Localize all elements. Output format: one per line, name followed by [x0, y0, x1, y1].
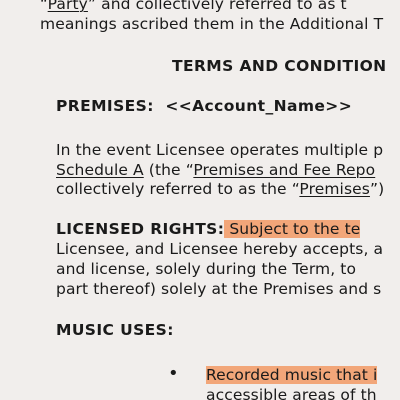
premises-line-2-mid: (the “	[143, 161, 194, 179]
intro-line-1-rest: ” and collectively referred to as t	[87, 0, 347, 13]
premises-line-3-pre: collectively referred to as the “	[56, 180, 300, 198]
music-use-item-1-line-2: accessible areas of th	[206, 386, 377, 400]
licensed-rights-line-3: and license, solely during the Term, to	[56, 260, 357, 278]
premises-term: Premises	[299, 180, 370, 198]
intro-line-2: meanings ascribed them in the Additional…	[40, 15, 384, 33]
open-quote: “	[40, 0, 48, 13]
premises-fee-term: Premises and Fee Repo	[193, 161, 376, 179]
premises-line-2: Schedule A (the “Premises and Fee Repo	[56, 160, 375, 180]
premises-label: PREMISES:	[56, 97, 154, 115]
premises-line-3-post: ”)	[369, 180, 385, 198]
licensed-rights-label: LICENSED RIGHTS:	[56, 220, 225, 238]
terms-title: TERMS AND CONDITION	[172, 57, 387, 75]
licensed-rights-highlight: Subject to the te	[224, 220, 361, 238]
music-use-item-1-highlight: Recorded music that i	[206, 366, 378, 384]
music-use-item-1-line-1: Recorded music that i	[206, 365, 378, 385]
music-uses-heading: MUSIC USES:	[56, 321, 174, 339]
licensed-rights-line-1: LICENSED RIGHTS: Subject to the te	[56, 219, 361, 239]
licensed-rights-line-4: part thereof) solely at the Premises and…	[56, 280, 382, 298]
premises-line-3: collectively referred to as the “Premise…	[56, 179, 384, 199]
premises-line-1: In the event Licensee operates multiple …	[56, 141, 384, 159]
bullet-icon: •	[168, 363, 179, 384]
schedule-a-term: Schedule A	[56, 161, 144, 179]
intro-line-1: “Party” and collectively referred to as …	[40, 0, 347, 14]
premises-heading: PREMISES: <<Account_Name>>	[56, 96, 352, 116]
premises-value: <<Account_Name>>	[165, 97, 353, 115]
document-page: “Party” and collectively referred to as …	[0, 0, 400, 400]
party-term: Party	[47, 0, 88, 13]
licensed-rights-line-2: Licensee, and Licensee hereby accepts, a	[56, 240, 384, 258]
